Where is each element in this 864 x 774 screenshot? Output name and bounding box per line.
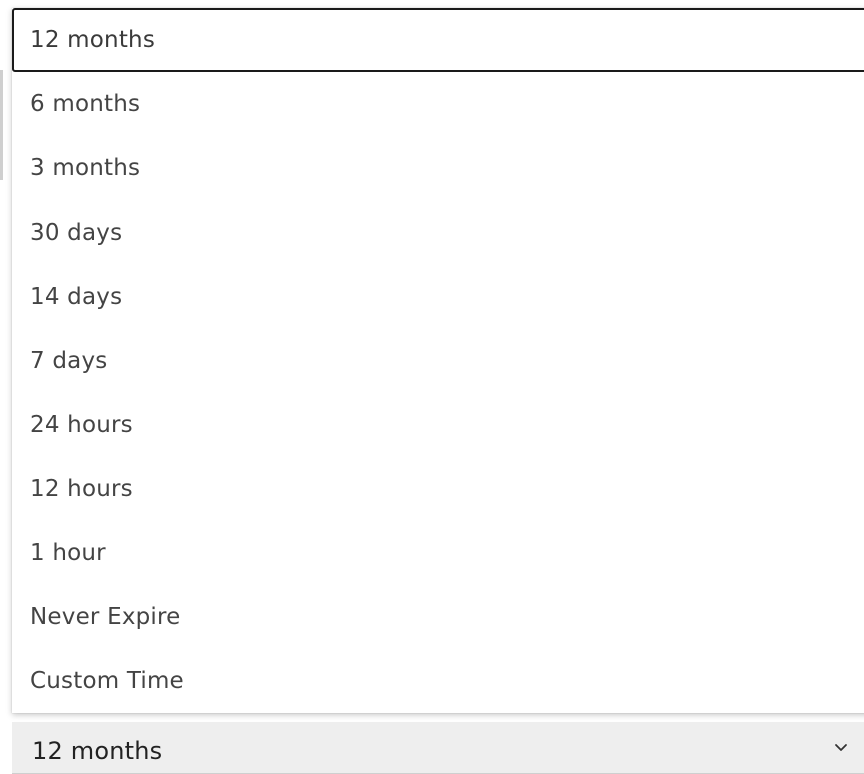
expiration-picker: 12 months 12 months 6 months 3 months 30…: [0, 0, 864, 774]
option-30-days[interactable]: 30 days: [12, 201, 864, 265]
option-custom-time[interactable]: Custom Time: [12, 649, 864, 713]
option-24-hours[interactable]: 24 hours: [12, 393, 864, 457]
option-3-months[interactable]: 3 months: [12, 136, 864, 200]
option-7-days[interactable]: 7 days: [12, 329, 864, 393]
option-1-hour[interactable]: 1 hour: [12, 521, 864, 585]
option-12-hours[interactable]: 12 hours: [12, 457, 864, 521]
select-value: 12 months: [32, 737, 163, 765]
option-6-months[interactable]: 6 months: [12, 72, 864, 136]
chevron-down-icon[interactable]: [832, 740, 850, 756]
option-12-months[interactable]: 12 months: [12, 8, 864, 72]
option-14-days[interactable]: 14 days: [12, 265, 864, 329]
background-edge: [0, 70, 3, 180]
expiration-select[interactable]: 12 months: [12, 722, 864, 774]
dropdown-menu: 12 months 6 months 3 months 30 days 14 d…: [12, 8, 864, 713]
option-never-expire[interactable]: Never Expire: [12, 585, 864, 649]
